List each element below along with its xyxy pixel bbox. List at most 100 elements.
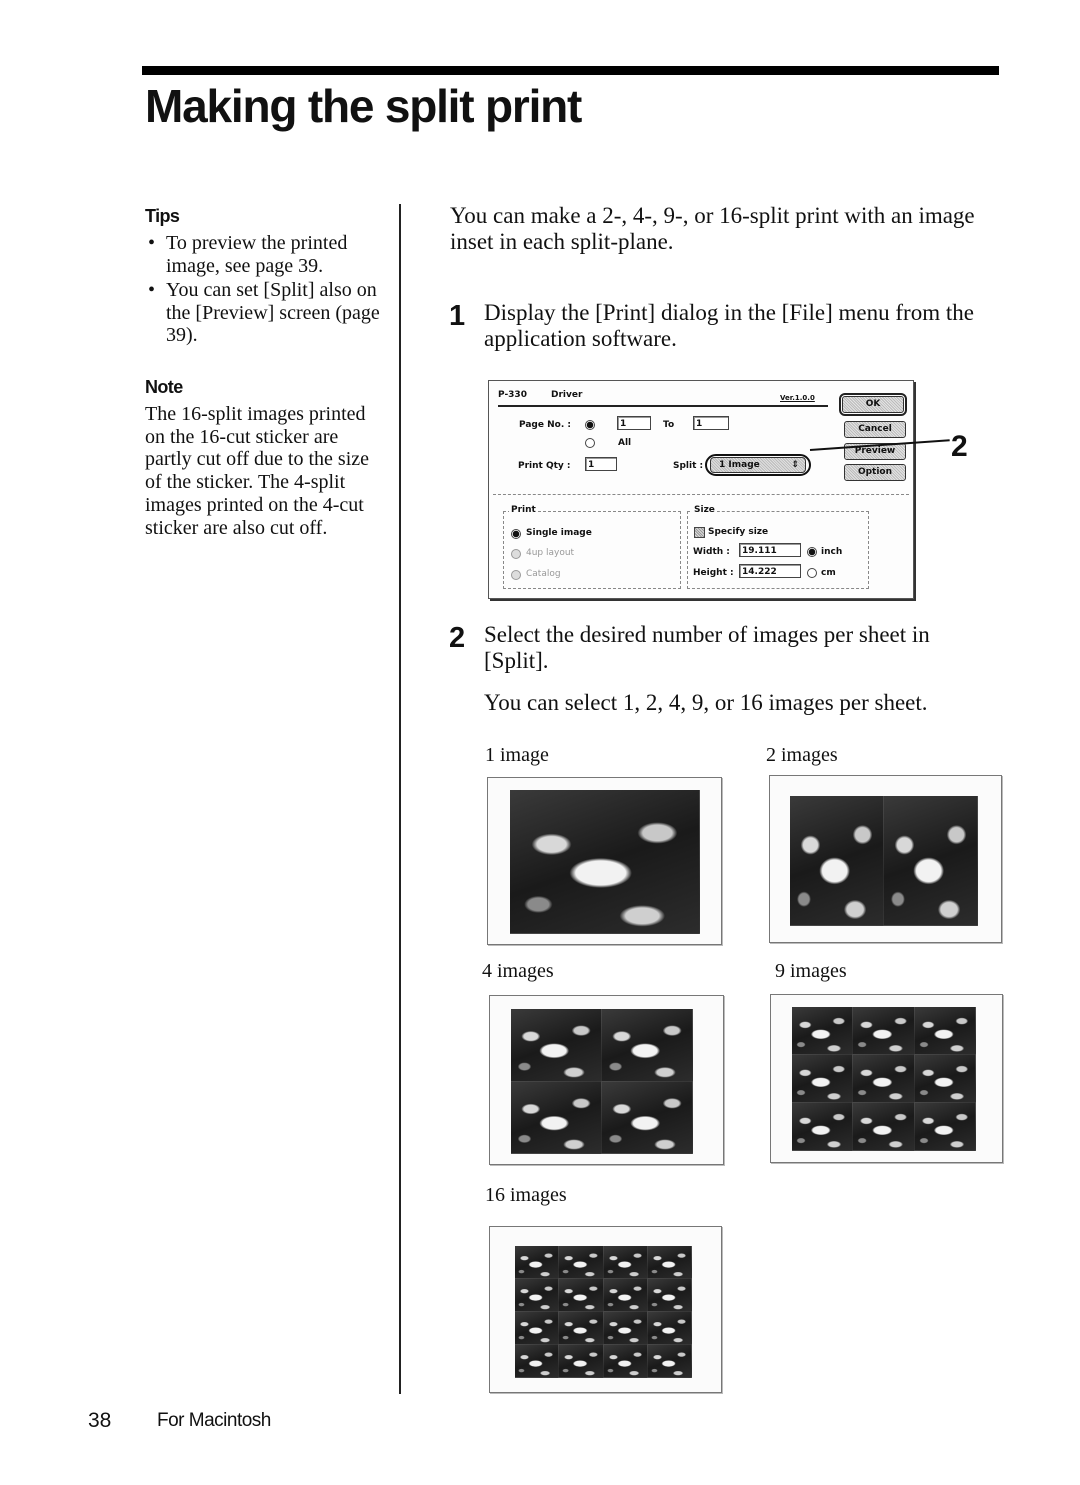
bullet-icon: • (148, 279, 156, 301)
photo-tile (602, 1081, 693, 1154)
photo-tile (792, 1055, 854, 1103)
note-body: The 16-split images printed on the 16-cu… (145, 403, 370, 539)
page-no-label: Page No. : (519, 420, 571, 430)
width-field[interactable]: 19.111 (739, 543, 801, 557)
print-qty-field[interactable]: 1 (585, 457, 617, 471)
photo-tile (790, 796, 884, 926)
photo-tile (853, 1007, 915, 1055)
photo-tile (559, 1246, 604, 1279)
print-group-label: Print (509, 505, 538, 515)
sample-sheet-4 (489, 995, 724, 1165)
photo-tile (647, 1279, 692, 1312)
step-text: Display the [Print] dialog in the [File]… (484, 300, 974, 351)
popup-arrows-icon: ⇕ (791, 460, 799, 470)
bullet-icon: • (148, 232, 156, 254)
photo-tile (914, 1007, 976, 1055)
inch-radio[interactable] (807, 547, 817, 557)
sample-photo-4 (511, 1009, 693, 1154)
photo-tile (603, 1279, 648, 1312)
tip-text: To preview the printed image, see page 3… (166, 232, 348, 277)
sample-photo-1 (510, 790, 700, 934)
photo-tile (515, 1345, 560, 1378)
sample-photo-9 (792, 1007, 976, 1151)
split-value: 1 Image (719, 460, 760, 470)
tip-item: • You can set [Split] also on the [Previ… (146, 279, 396, 347)
catalog-label: Catalog (526, 569, 561, 579)
photo-tile (515, 1246, 560, 1279)
sample-label-4: 4 images (482, 960, 554, 982)
sample-sheet-16 (489, 1226, 722, 1393)
cm-label: cm (821, 568, 836, 578)
option-button[interactable]: Option (844, 464, 906, 481)
photo-tile (511, 1081, 602, 1154)
photo-tile (792, 1007, 854, 1055)
cancel-button[interactable]: Cancel (844, 421, 906, 438)
photo-tile (884, 796, 978, 926)
sample-photo-16 (515, 1246, 692, 1378)
ok-button[interactable]: OK (839, 393, 907, 416)
photo-tile (515, 1312, 560, 1345)
specify-size-label: Specify size (708, 527, 769, 537)
4up-layout-label: 4up layout (526, 548, 575, 558)
intro-text: You can make a 2-, 4-, 9-, or 16-split p… (450, 203, 975, 254)
4up-layout-radio[interactable] (511, 549, 521, 559)
photo-tile (853, 1055, 915, 1103)
sample-sheet-9 (770, 994, 1003, 1163)
catalog-radio[interactable] (511, 570, 521, 580)
photo-tile (603, 1345, 648, 1378)
dialog-model: P-330 (498, 390, 527, 400)
page-range-radio[interactable] (585, 420, 595, 430)
print-dialog: P-330 Driver Ver.1.0.0 Page No. : 1 To 1… (488, 380, 914, 599)
sample-photo-2 (790, 796, 978, 926)
tips-heading: Tips (145, 206, 180, 226)
dialog-title: Driver (551, 390, 583, 400)
sample-label-9: 9 images (775, 960, 847, 982)
tip-item: • To preview the printed image, see page… (146, 232, 396, 277)
sample-sheet-2 (769, 775, 1002, 943)
size-group-label: Size (692, 505, 717, 515)
single-image-radio[interactable] (511, 529, 521, 539)
photo-tile (559, 1345, 604, 1378)
title-rule (142, 66, 999, 75)
height-label: Height : (693, 568, 734, 578)
page-from-field[interactable]: 1 (617, 416, 651, 430)
photo-tile (647, 1312, 692, 1345)
photo-tile (603, 1246, 648, 1279)
tip-text: You can set [Split] also on the [Preview… (166, 279, 380, 346)
photo-tile (603, 1312, 648, 1345)
step-text: Select the desired number of images per … (484, 622, 930, 673)
dialog-version: Ver.1.0.0 (780, 394, 815, 402)
sample-label-16: 16 images (485, 1184, 567, 1206)
to-label: To (663, 420, 675, 430)
inch-label: inch (821, 547, 843, 557)
tips-list: • To preview the printed image, see page… (146, 232, 396, 349)
photo-tile (510, 790, 700, 934)
sample-label-2: 2 images (766, 744, 838, 766)
photo-tile (914, 1103, 976, 1151)
cm-radio[interactable] (807, 568, 817, 578)
page-title: Making the split print (145, 80, 582, 132)
page-number: 38 (88, 1409, 112, 1432)
print-qty-label: Print Qty : (518, 461, 571, 471)
step-number: 2 (449, 622, 466, 654)
photo-tile (647, 1246, 692, 1279)
page-to-field[interactable]: 1 (693, 416, 729, 430)
all-pages-radio[interactable] (585, 438, 595, 448)
height-field[interactable]: 14.222 (739, 564, 801, 578)
dialog-separator (493, 494, 909, 495)
all-label: All (618, 438, 632, 448)
photo-tile (792, 1103, 854, 1151)
photo-tile (647, 1345, 692, 1378)
split-label: Split : (673, 461, 704, 471)
photo-tile (559, 1279, 604, 1312)
sample-label-1: 1 image (485, 744, 549, 766)
photo-tile (559, 1312, 604, 1345)
step-number: 1 (449, 300, 466, 332)
width-label: Width : (693, 547, 730, 557)
step-2-note: You can select 1, 2, 4, 9, or 16 images … (484, 690, 928, 715)
split-popup[interactable]: 1 Image ⇕ (710, 457, 806, 473)
single-image-label: Single image (526, 528, 592, 538)
specify-size-checkbox[interactable] (694, 527, 705, 538)
dialog-header-rule (498, 405, 828, 407)
photo-tile (515, 1279, 560, 1312)
